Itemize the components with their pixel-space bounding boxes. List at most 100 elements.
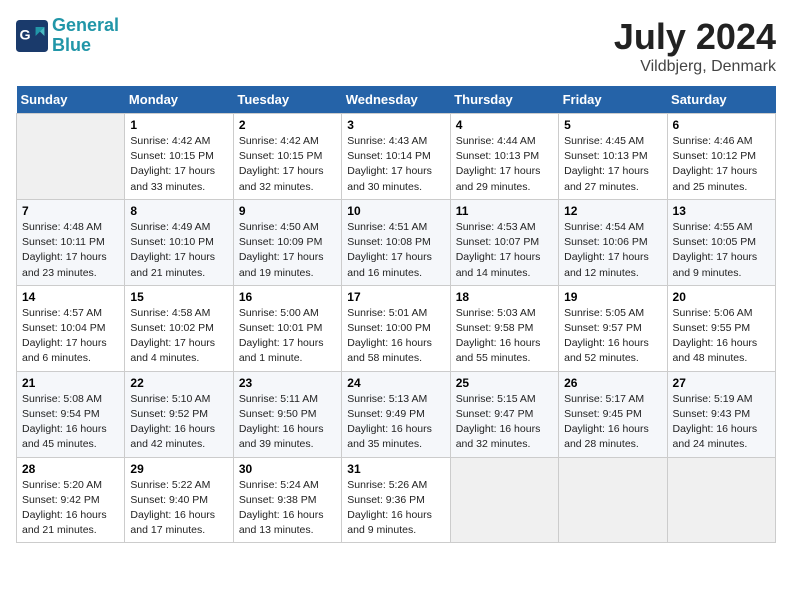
day-info: Sunrise: 5:10 AM Sunset: 9:52 PM Dayligh…: [130, 392, 227, 453]
day-info: Sunrise: 4:44 AM Sunset: 10:13 PM Daylig…: [456, 134, 553, 195]
calendar-cell: [559, 457, 667, 543]
weekday-header-saturday: Saturday: [667, 86, 775, 114]
day-info: Sunrise: 4:43 AM Sunset: 10:14 PM Daylig…: [347, 134, 444, 195]
day-number: 19: [564, 290, 661, 304]
calendar-cell: [450, 457, 558, 543]
calendar-table: SundayMondayTuesdayWednesdayThursdayFrid…: [16, 86, 776, 543]
calendar-cell: 12 Sunrise: 4:54 AM Sunset: 10:06 PM Dayl…: [559, 199, 667, 285]
weekday-header-thursday: Thursday: [450, 86, 558, 114]
day-info: Sunrise: 4:57 AM Sunset: 10:04 PM Daylig…: [22, 306, 119, 367]
weekday-header-tuesday: Tuesday: [233, 86, 341, 114]
day-info: Sunrise: 4:58 AM Sunset: 10:02 PM Daylig…: [130, 306, 227, 367]
day-number: 15: [130, 290, 227, 304]
weekday-header-sunday: Sunday: [17, 86, 125, 114]
calendar-cell: 11Sunrise: 4:53 AM Sunset: 10:07 PM Dayl…: [450, 199, 558, 285]
calendar-cell: 14 Sunrise: 4:57 AM Sunset: 10:04 PM Dayl…: [17, 285, 125, 371]
logo-text: GeneralBlue: [52, 16, 119, 56]
calendar-cell: 10 Sunrise: 4:51 AM Sunset: 10:08 PM Dayl…: [342, 199, 450, 285]
day-info: Sunrise: 5:00 AM Sunset: 10:01 PM Daylig…: [239, 306, 336, 367]
day-info: Sunrise: 5:22 AM Sunset: 9:40 PM Dayligh…: [130, 478, 227, 539]
calendar-cell: 30Sunrise: 5:24 AM Sunset: 9:38 PM Dayli…: [233, 457, 341, 543]
calendar-cell: 8 Sunrise: 4:49 AM Sunset: 10:10 PM Dayli…: [125, 199, 233, 285]
calendar-cell: 4 Sunrise: 4:44 AM Sunset: 10:13 PM Dayli…: [450, 114, 558, 200]
calendar-week-row: 14 Sunrise: 4:57 AM Sunset: 10:04 PM Dayl…: [17, 285, 776, 371]
calendar-cell: 28 Sunrise: 5:20 AM Sunset: 9:42 PM Dayli…: [17, 457, 125, 543]
day-info: Sunrise: 5:03 AM Sunset: 9:58 PM Dayligh…: [456, 306, 553, 367]
calendar-week-row: 1Sunrise: 4:42 AM Sunset: 10:15 PM Dayli…: [17, 114, 776, 200]
calendar-cell: 3Sunrise: 4:43 AM Sunset: 10:14 PM Dayli…: [342, 114, 450, 200]
day-number: 30: [239, 462, 336, 476]
day-info: Sunrise: 5:01 AM Sunset: 10:00 PM Daylig…: [347, 306, 444, 367]
calendar-cell: 2 Sunrise: 4:42 AM Sunset: 10:15 PM Dayli…: [233, 114, 341, 200]
day-number: 12: [564, 204, 661, 218]
calendar-cell: 23 Sunrise: 5:11 AM Sunset: 9:50 PM Dayli…: [233, 371, 341, 457]
day-number: 27: [673, 376, 770, 390]
weekday-header-monday: Monday: [125, 86, 233, 114]
day-number: 28: [22, 462, 119, 476]
calendar-cell: 17 Sunrise: 5:01 AM Sunset: 10:00 PM Dayl…: [342, 285, 450, 371]
calendar-cell: 15 Sunrise: 4:58 AM Sunset: 10:02 PM Dayl…: [125, 285, 233, 371]
day-info: Sunrise: 5:17 AM Sunset: 9:45 PM Dayligh…: [564, 392, 661, 453]
calendar-cell: 25 Sunrise: 5:15 AM Sunset: 9:47 PM Dayli…: [450, 371, 558, 457]
calendar-cell: 9Sunrise: 4:50 AM Sunset: 10:09 PM Dayli…: [233, 199, 341, 285]
day-number: 17: [347, 290, 444, 304]
day-number: 14: [22, 290, 119, 304]
day-number: 21: [22, 376, 119, 390]
calendar-cell: 29 Sunrise: 5:22 AM Sunset: 9:40 PM Dayli…: [125, 457, 233, 543]
day-number: 29: [130, 462, 227, 476]
day-info: Sunrise: 4:42 AM Sunset: 10:15 PM Daylig…: [239, 134, 336, 195]
calendar-cell: 1Sunrise: 4:42 AM Sunset: 10:15 PM Dayli…: [125, 114, 233, 200]
day-info: Sunrise: 5:15 AM Sunset: 9:47 PM Dayligh…: [456, 392, 553, 453]
day-info: Sunrise: 4:49 AM Sunset: 10:10 PM Daylig…: [130, 220, 227, 281]
calendar-cell: [667, 457, 775, 543]
day-number: 5: [564, 118, 661, 132]
day-info: Sunrise: 5:08 AM Sunset: 9:54 PM Dayligh…: [22, 392, 119, 453]
day-number: 10: [347, 204, 444, 218]
day-info: Sunrise: 4:46 AM Sunset: 10:12 PM Daylig…: [673, 134, 770, 195]
day-info: Sunrise: 4:48 AM Sunset: 10:11 PM Daylig…: [22, 220, 119, 281]
day-number: 26: [564, 376, 661, 390]
calendar-week-row: 21 Sunrise: 5:08 AM Sunset: 9:54 PM Dayli…: [17, 371, 776, 457]
calendar-cell: 21 Sunrise: 5:08 AM Sunset: 9:54 PM Dayli…: [17, 371, 125, 457]
calendar-week-row: 28 Sunrise: 5:20 AM Sunset: 9:42 PM Dayli…: [17, 457, 776, 543]
day-info: Sunrise: 4:54 AM Sunset: 10:06 PM Daylig…: [564, 220, 661, 281]
day-number: 8: [130, 204, 227, 218]
day-info: Sunrise: 5:13 AM Sunset: 9:49 PM Dayligh…: [347, 392, 444, 453]
day-info: Sunrise: 5:11 AM Sunset: 9:50 PM Dayligh…: [239, 392, 336, 453]
day-info: Sunrise: 5:20 AM Sunset: 9:42 PM Dayligh…: [22, 478, 119, 539]
day-number: 7: [22, 204, 119, 218]
day-number: 25: [456, 376, 553, 390]
calendar-cell: 31Sunrise: 5:26 AM Sunset: 9:36 PM Dayli…: [342, 457, 450, 543]
calendar-week-row: 7 Sunrise: 4:48 AM Sunset: 10:11 PM Dayli…: [17, 199, 776, 285]
day-number: 4: [456, 118, 553, 132]
calendar-cell: 24 Sunrise: 5:13 AM Sunset: 9:49 PM Dayli…: [342, 371, 450, 457]
calendar-cell: [17, 114, 125, 200]
day-info: Sunrise: 4:55 AM Sunset: 10:05 PM Daylig…: [673, 220, 770, 281]
day-number: 23: [239, 376, 336, 390]
day-info: Sunrise: 4:53 AM Sunset: 10:07 PM Daylig…: [456, 220, 553, 281]
day-info: Sunrise: 4:42 AM Sunset: 10:15 PM Daylig…: [130, 134, 227, 195]
calendar-cell: 6Sunrise: 4:46 AM Sunset: 10:12 PM Dayli…: [667, 114, 775, 200]
day-info: Sunrise: 4:45 AM Sunset: 10:13 PM Daylig…: [564, 134, 661, 195]
day-number: 18: [456, 290, 553, 304]
calendar-cell: 7 Sunrise: 4:48 AM Sunset: 10:11 PM Dayli…: [17, 199, 125, 285]
calendar-cell: 13 Sunrise: 4:55 AM Sunset: 10:05 PM Dayl…: [667, 199, 775, 285]
day-number: 9: [239, 204, 336, 218]
day-number: 31: [347, 462, 444, 476]
title-block: July 2024 Vildbjerg, Denmark: [614, 16, 776, 76]
calendar-cell: 5 Sunrise: 4:45 AM Sunset: 10:13 PM Dayli…: [559, 114, 667, 200]
calendar-cell: 18 Sunrise: 5:03 AM Sunset: 9:58 PM Dayli…: [450, 285, 558, 371]
calendar-cell: 20Sunrise: 5:06 AM Sunset: 9:55 PM Dayli…: [667, 285, 775, 371]
calendar-cell: 26 Sunrise: 5:17 AM Sunset: 9:45 PM Dayli…: [559, 371, 667, 457]
calendar-cell: 19Sunrise: 5:05 AM Sunset: 9:57 PM Dayli…: [559, 285, 667, 371]
day-info: Sunrise: 4:51 AM Sunset: 10:08 PM Daylig…: [347, 220, 444, 281]
svg-text:G: G: [20, 27, 31, 43]
day-number: 13: [673, 204, 770, 218]
day-info: Sunrise: 5:06 AM Sunset: 9:55 PM Dayligh…: [673, 306, 770, 367]
day-number: 24: [347, 376, 444, 390]
day-number: 2: [239, 118, 336, 132]
logo-icon: G: [16, 20, 48, 52]
calendar-cell: 16Sunrise: 5:00 AM Sunset: 10:01 PM Dayl…: [233, 285, 341, 371]
month-title: July 2024: [614, 16, 776, 58]
page-header: G GeneralBlue July 2024 Vildbjerg, Denma…: [16, 16, 776, 76]
